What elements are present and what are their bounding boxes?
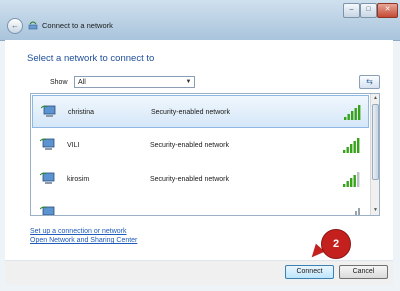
maximize-button[interactable]: □	[360, 3, 377, 18]
network-row-vili[interactable]: VILI Security-enabled network	[32, 129, 369, 162]
signal-bar	[354, 108, 357, 120]
signal-strength-icon	[343, 137, 361, 153]
network-security: Security-enabled network	[150, 176, 229, 183]
signal-bar	[357, 138, 360, 153]
show-filter-dropdown[interactable]: All ▼	[74, 76, 195, 88]
sharing-center-link[interactable]: Open Network and Sharing Center	[30, 237, 137, 244]
signal-bar	[347, 114, 350, 120]
signal-bar	[353, 175, 356, 187]
list-scrollbar[interactable]: ▲ ▼	[370, 94, 379, 215]
network-name: kirosim	[67, 176, 90, 183]
signal-bar	[358, 105, 361, 120]
signal-bar	[346, 147, 349, 153]
network-security: Security-enabled network	[150, 142, 229, 149]
scroll-thumb[interactable]	[372, 104, 379, 180]
signal-bar	[343, 184, 346, 187]
page-heading: Select a network to connect to	[27, 53, 155, 64]
chevron-down-icon: ▼	[185, 79, 192, 85]
network-list[interactable]: christina Security-enabled network VILI …	[30, 93, 380, 216]
network-wizard-icon	[28, 20, 38, 30]
title-bar: ← Connect to a network – □ ✕	[0, 0, 400, 41]
signal-strength-icon	[344, 104, 362, 120]
network-computer-icon	[39, 205, 58, 215]
minimize-button[interactable]: –	[343, 3, 360, 18]
network-name: VILI	[67, 142, 80, 149]
network-name: christina	[68, 109, 95, 116]
signal-bar	[350, 178, 353, 187]
network-security: Security-enabled network	[151, 109, 230, 116]
signal-bar	[350, 144, 353, 153]
setup-connection-link[interactable]: Set up a connection or network	[30, 228, 127, 235]
network-computer-icon	[40, 104, 59, 120]
back-arrow-icon[interactable]: ←	[7, 18, 23, 34]
refresh-button[interactable]: ⇆	[359, 75, 380, 89]
scroll-up-icon[interactable]: ▲	[371, 94, 379, 103]
signal-bar	[344, 117, 347, 120]
cancel-button[interactable]: Cancel	[339, 265, 388, 279]
network-row-partial[interactable]	[32, 197, 369, 215]
signal-strength-icon	[343, 171, 361, 187]
window-title: Connect to a network	[42, 21, 113, 30]
show-filter-value: All	[78, 79, 86, 86]
signal-bar	[351, 111, 354, 120]
network-computer-icon	[39, 171, 58, 187]
network-computer-icon	[39, 137, 58, 153]
network-row-kirosim[interactable]: kirosim Security-enabled network	[32, 163, 369, 196]
signal-bar	[357, 172, 360, 187]
close-button[interactable]: ✕	[377, 3, 398, 18]
scroll-down-icon[interactable]: ▼	[371, 206, 379, 215]
button-bar	[5, 260, 393, 285]
signal-bar	[343, 150, 346, 153]
signal-bar	[346, 181, 349, 187]
network-row-christina[interactable]: christina Security-enabled network	[32, 95, 369, 128]
step-number-badge: 2	[321, 229, 351, 259]
connect-button[interactable]: Connect	[285, 265, 334, 279]
refresh-icon: ⇆	[366, 77, 373, 86]
show-filter-label: Show	[50, 79, 68, 86]
signal-strength-icon	[343, 205, 361, 215]
signal-bar	[353, 141, 356, 153]
